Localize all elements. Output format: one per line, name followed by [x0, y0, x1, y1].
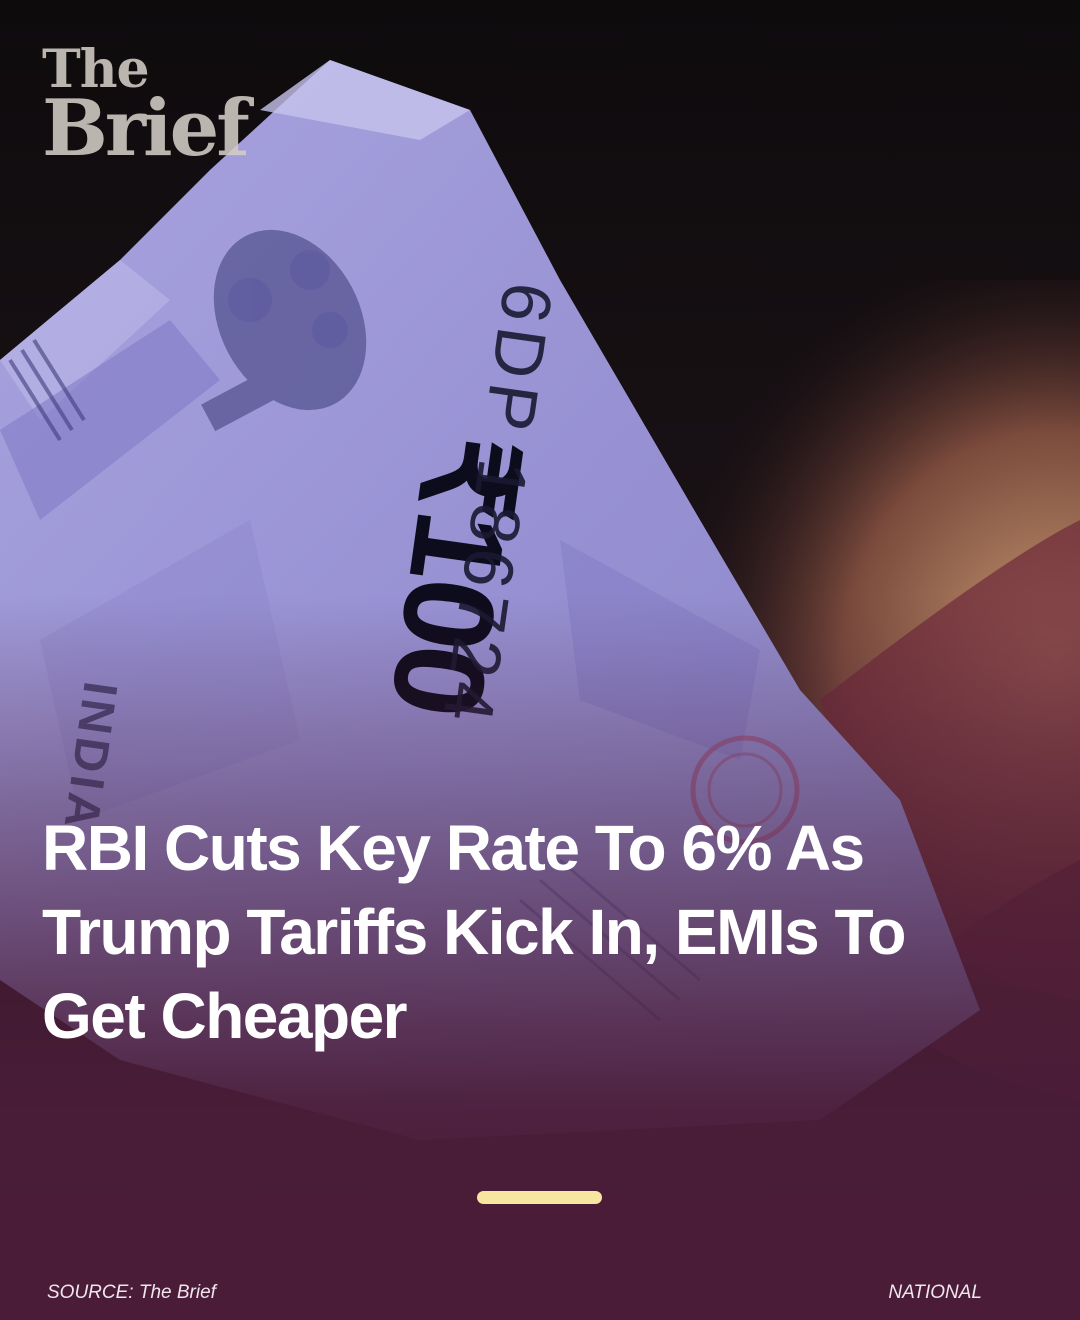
banknote-photo: ₹100 6DP 186724 INDIA [0, 0, 1080, 1320]
brand-logo: The Brief [42, 44, 250, 174]
headline: RBI Cuts Key Rate To 6% As Trump Tariffs… [42, 812, 906, 1052]
news-card[interactable]: ₹100 6DP 186724 INDIA The Brief RBI Cuts… [0, 0, 1080, 1320]
logo-line-brief: Brief [42, 83, 250, 174]
category-label: NATIONAL [888, 1282, 982, 1303]
source-label: SOURCE: The Brief [47, 1282, 216, 1303]
page-indicator[interactable] [477, 1191, 602, 1204]
